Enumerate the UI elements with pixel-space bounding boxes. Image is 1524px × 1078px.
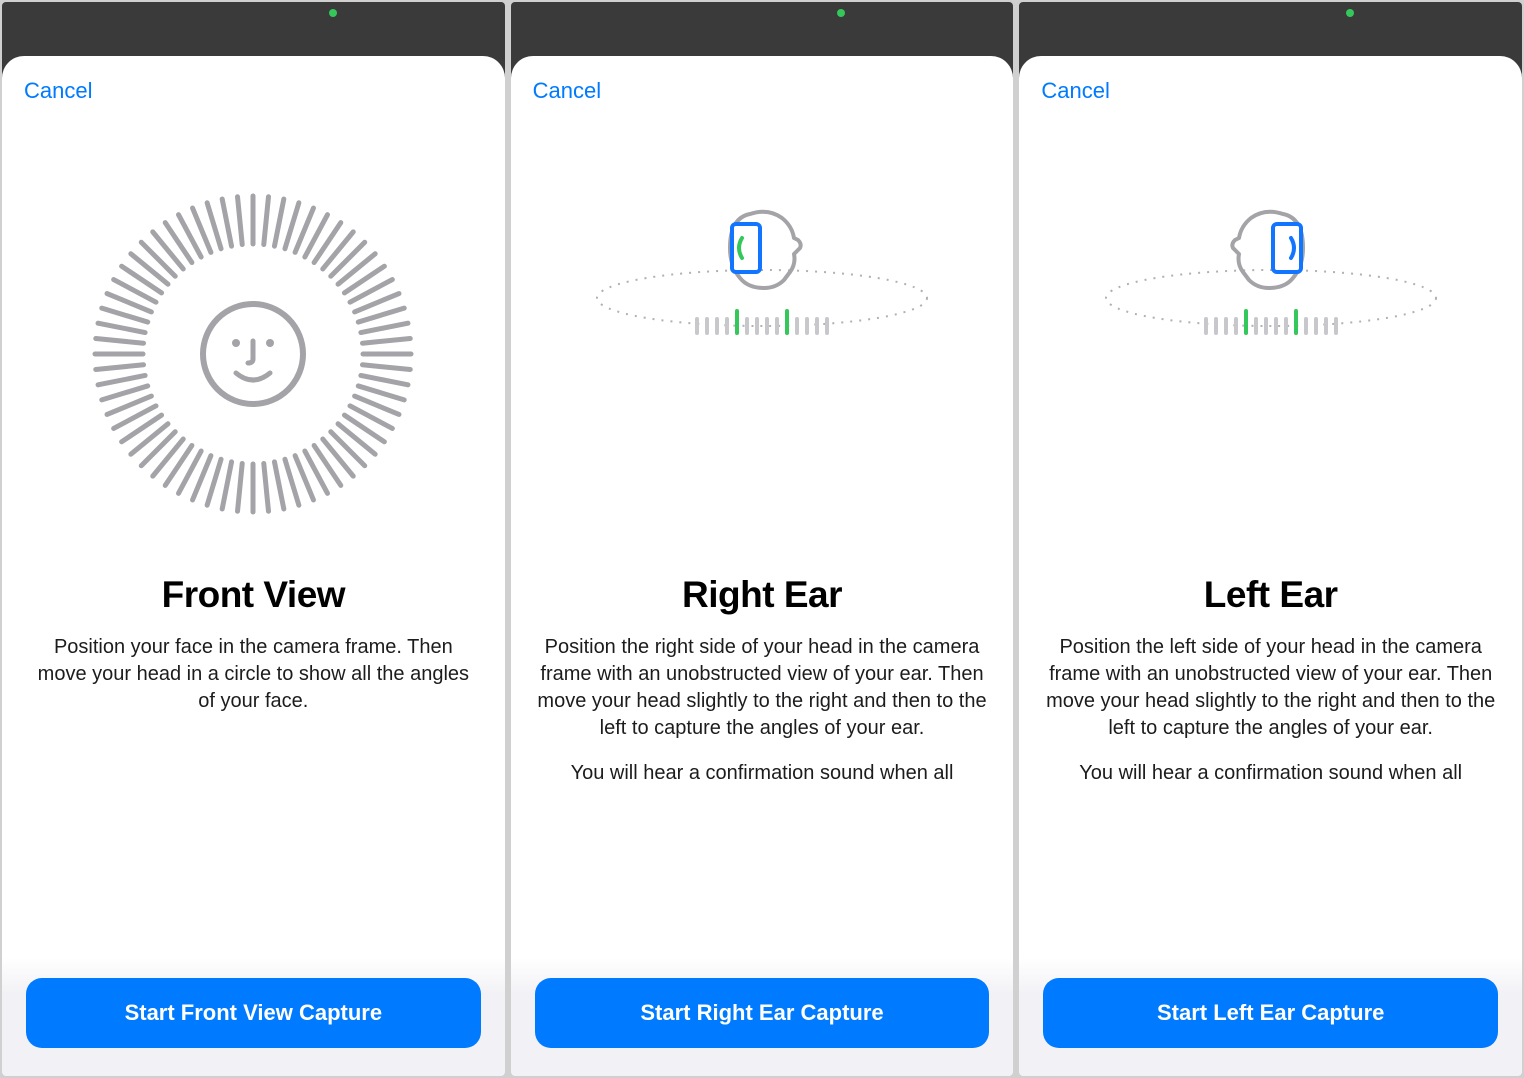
illustration-left-ear xyxy=(1019,104,1522,544)
instruction-text: Left Ear Position the left side of your … xyxy=(1019,544,1522,787)
step-title: Left Ear xyxy=(1045,574,1496,616)
screen-front-view: Cancel Front View Position your face in … xyxy=(2,2,505,1076)
nav-bar: Cancel xyxy=(511,56,1014,104)
cancel-button[interactable]: Cancel xyxy=(533,78,601,104)
step-description: Position your face in the camera frame. … xyxy=(28,634,479,715)
step-description: Position the right side of your head in … xyxy=(537,634,988,742)
face-smile-icon xyxy=(198,299,308,409)
modal-sheet: Cancel Front View Position your face in … xyxy=(2,56,505,1076)
step-description-continued: You will hear a confirmation sound when … xyxy=(1045,760,1496,787)
instruction-text: Front View Position your face in the cam… xyxy=(2,544,505,733)
footer: Start Front View Capture xyxy=(2,958,505,1076)
footer: Start Right Ear Capture xyxy=(511,958,1014,1076)
status-bar xyxy=(511,2,1014,56)
step-title: Right Ear xyxy=(537,574,988,616)
scan-progress-ticks xyxy=(695,309,829,335)
step-description: Position the left side of your head in t… xyxy=(1045,634,1496,742)
modal-sheet: Cancel xyxy=(1019,56,1522,1076)
cancel-button[interactable]: Cancel xyxy=(24,78,92,104)
camera-indicator-icon xyxy=(837,9,845,17)
modal-sheet: Cancel xyxy=(511,56,1014,1076)
step-title: Front View xyxy=(28,574,479,616)
footer: Start Left Ear Capture xyxy=(1019,958,1522,1076)
cancel-button[interactable]: Cancel xyxy=(1041,78,1109,104)
nav-bar: Cancel xyxy=(2,56,505,104)
illustration-right-ear xyxy=(511,104,1014,544)
nav-bar: Cancel xyxy=(1019,56,1522,104)
screen-right-ear: Cancel xyxy=(511,2,1014,1076)
status-bar xyxy=(1019,2,1522,56)
head-profile-right-icon xyxy=(716,204,808,296)
status-bar xyxy=(2,2,505,56)
camera-indicator-icon xyxy=(1346,9,1354,17)
scan-progress-ticks xyxy=(1204,309,1338,335)
illustration-front-face xyxy=(2,104,505,544)
instruction-text: Right Ear Position the right side of you… xyxy=(511,544,1014,787)
screen-left-ear: Cancel xyxy=(1019,2,1522,1076)
start-capture-button[interactable]: Start Left Ear Capture xyxy=(1043,978,1498,1048)
head-profile-left-icon xyxy=(1225,204,1317,296)
start-capture-button[interactable]: Start Front View Capture xyxy=(26,978,481,1048)
start-capture-button[interactable]: Start Right Ear Capture xyxy=(535,978,990,1048)
step-description-continued: You will hear a confirmation sound when … xyxy=(537,760,988,787)
camera-indicator-icon xyxy=(329,9,337,17)
